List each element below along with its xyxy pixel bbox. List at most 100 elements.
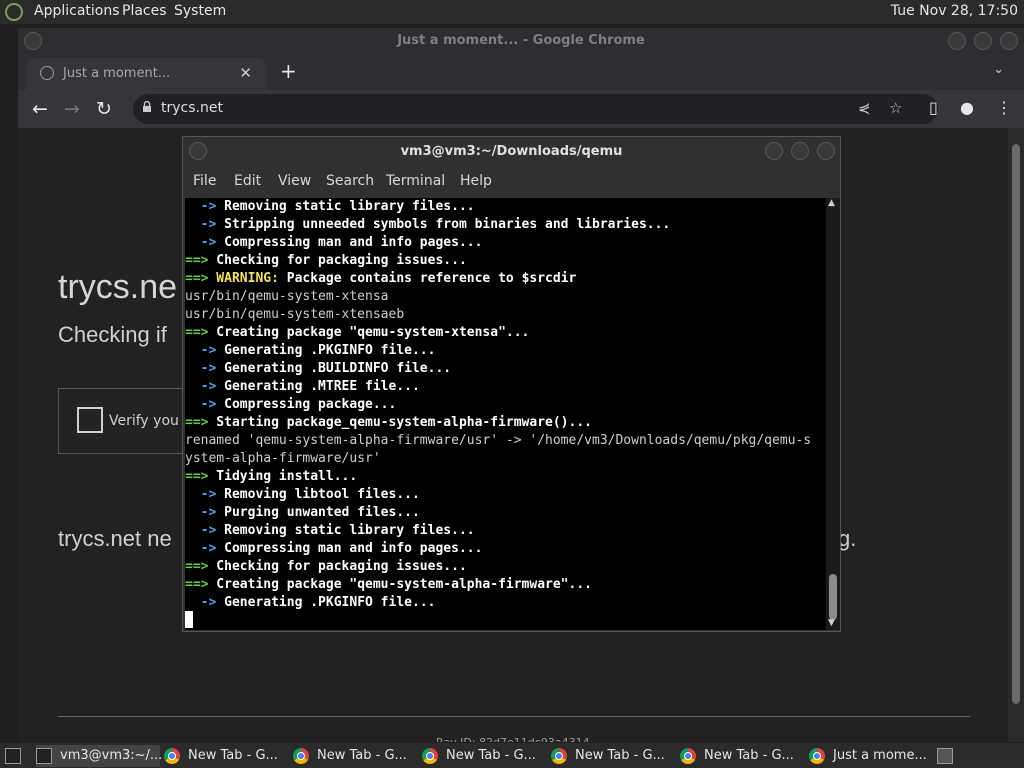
terminal-line: -> Compressing package... bbox=[185, 396, 826, 414]
terminal-menu-search[interactable]: Search bbox=[326, 173, 374, 189]
chrome-icon bbox=[422, 748, 438, 764]
terminal-line: -> Generating .MTREE file... bbox=[185, 378, 826, 396]
bookmark-star-icon[interactable]: ☆ bbox=[889, 99, 902, 117]
taskbar-item-label: New Tab - G... bbox=[704, 748, 794, 763]
tab-strip: Just a moment... ✕ + ⌄ bbox=[18, 54, 1024, 90]
terminal-line-prefix: ==> bbox=[185, 253, 209, 268]
terminal-line-prefix: -> bbox=[185, 541, 217, 556]
tab-just-a-moment[interactable]: Just a moment... ✕ bbox=[26, 58, 266, 90]
terminal-line: ==> Creating package "qemu-system-alpha-… bbox=[185, 576, 826, 594]
scroll-up-arrow-icon[interactable]: ▲ bbox=[828, 198, 835, 208]
terminal-line-text: Removing libtool files... bbox=[216, 487, 420, 502]
distro-logo-icon[interactable] bbox=[5, 3, 23, 21]
terminal-line-prefix: -> bbox=[185, 487, 217, 502]
terminal-line-prefix: -> bbox=[185, 397, 217, 412]
terminal-line-text: Generating .PKGINFO file... bbox=[216, 595, 436, 610]
kebab-menu-icon[interactable]: ⋮ bbox=[996, 98, 1012, 117]
terminal-maximize-button[interactable] bbox=[791, 142, 809, 160]
taskbar-item[interactable]: New Tab - G... bbox=[680, 745, 804, 767]
terminal-icon bbox=[36, 748, 52, 764]
side-panel-icon[interactable]: ▯ bbox=[929, 98, 938, 117]
lock-icon[interactable] bbox=[142, 101, 152, 112]
needs-review-text: trycs.net ne bbox=[58, 526, 172, 551]
share-icon[interactable]: ⋞ bbox=[858, 99, 871, 117]
close-window-button[interactable] bbox=[1000, 32, 1018, 50]
taskbar-item[interactable]: New Tab - G... bbox=[293, 745, 417, 767]
menu-places[interactable]: Places bbox=[122, 3, 167, 19]
scroll-down-arrow-icon[interactable]: ▼ bbox=[828, 618, 835, 628]
terminal-line: ==> Tidying install... bbox=[185, 468, 826, 486]
maximize-button[interactable] bbox=[974, 32, 992, 50]
panel-clock[interactable]: Tue Nov 28, 17:50 bbox=[891, 3, 1018, 19]
terminal-line-prefix: ==> bbox=[185, 559, 209, 574]
chrome-window-title: Just a moment... - Google Chrome bbox=[18, 28, 1024, 54]
terminal-line: ==> Starting package_qemu-system-alpha-f… bbox=[185, 414, 826, 432]
terminal-line: ystem-alpha-firmware/usr' bbox=[185, 450, 826, 468]
url-text[interactable]: trycs.net bbox=[161, 100, 223, 116]
terminal-menu-help[interactable]: Help bbox=[460, 173, 492, 189]
page-scrollbar[interactable] bbox=[1008, 128, 1024, 742]
address-bar[interactable]: trycs.net ⋞ ☆ bbox=[133, 94, 938, 124]
terminal-line-prefix: ==> bbox=[185, 577, 209, 592]
terminal-minimize-button[interactable] bbox=[765, 142, 783, 160]
verify-checkbox[interactable] bbox=[77, 407, 103, 433]
terminal-scrollbar[interactable]: ▲ ▼ bbox=[826, 198, 840, 630]
taskbar-item[interactable]: Just a mome... bbox=[809, 745, 933, 767]
terminal-line-prefix: -> bbox=[185, 343, 217, 358]
terminal-line-text: renamed 'qemu-system-alpha-firmware/usr'… bbox=[185, 433, 812, 448]
terminal-line-prefix: -> bbox=[185, 595, 217, 610]
terminal-title: vm3@vm3:~/Downloads/qemu bbox=[400, 144, 623, 159]
minimize-button[interactable] bbox=[948, 32, 966, 50]
taskbar-item-label: New Tab - G... bbox=[575, 748, 665, 763]
taskbar-item-label: New Tab - G... bbox=[446, 748, 536, 763]
back-arrow-icon[interactable]: ← bbox=[32, 98, 48, 120]
close-icon[interactable]: ✕ bbox=[239, 64, 252, 82]
terminal-line-text: Stripping unneeded symbols from binaries… bbox=[216, 217, 671, 232]
terminal-line-prefix: -> bbox=[185, 235, 217, 250]
terminal-line-prefix: -> bbox=[185, 505, 217, 520]
bottom-taskbar: vm3@vm3:~/... New Tab - G... New Tab - G..… bbox=[0, 743, 1024, 768]
taskbar-item[interactable]: New Tab - G... bbox=[551, 745, 675, 767]
footer-divider bbox=[58, 716, 970, 717]
chrome-toolbar: ← → ↻ trycs.net ⋞ ☆ ▯ ● ⋮ bbox=[18, 90, 1024, 128]
terminal-close-button[interactable] bbox=[817, 142, 835, 160]
terminal-line-prefix: ==> bbox=[185, 415, 209, 430]
terminal-line: -> Generating .BUILDINFO file... bbox=[185, 360, 826, 378]
menu-applications[interactable]: Applications bbox=[34, 3, 120, 19]
reload-icon[interactable]: ↻ bbox=[96, 98, 112, 120]
terminal-line: ==> Checking for packaging issues... bbox=[185, 252, 826, 270]
taskbar-item[interactable]: vm3@vm3:~/... bbox=[36, 745, 162, 767]
terminal-menu-edit[interactable]: Edit bbox=[234, 173, 261, 189]
forward-arrow-icon[interactable]: → bbox=[64, 98, 80, 120]
terminal-line: -> Stripping unneeded symbols from binar… bbox=[185, 216, 826, 234]
terminal-menu-file[interactable]: File bbox=[193, 173, 216, 189]
window-menu-button[interactable] bbox=[24, 32, 42, 50]
terminal-menu-view[interactable]: View bbox=[278, 173, 311, 189]
workspace-switcher-icon[interactable] bbox=[937, 745, 959, 767]
terminal-menubar: File Edit View Search Terminal Help bbox=[183, 166, 840, 196]
terminal-scrollbar-thumb[interactable] bbox=[829, 574, 837, 620]
new-tab-button[interactable]: + bbox=[280, 59, 297, 83]
terminal-line: -> Removing static library files... bbox=[185, 522, 826, 540]
terminal-line: ==> Checking for packaging issues... bbox=[185, 558, 826, 576]
menu-system[interactable]: System bbox=[174, 3, 226, 19]
terminal-line-prefix: -> bbox=[185, 217, 217, 232]
page-heading: trycs.ne bbox=[58, 268, 178, 306]
profile-icon[interactable]: ● bbox=[960, 98, 974, 117]
taskbar-item[interactable]: New Tab - G... bbox=[164, 745, 288, 767]
terminal-line-text: usr/bin/qemu-system-xtensaeb bbox=[185, 307, 405, 322]
chrome-icon bbox=[293, 748, 309, 764]
taskbar-item[interactable]: New Tab - G... bbox=[422, 745, 546, 767]
terminal-line-text: Purging unwanted files... bbox=[216, 505, 420, 520]
show-desktop-icon[interactable] bbox=[2, 745, 24, 767]
terminal-line: -> Removing static library files... bbox=[185, 198, 826, 216]
chrome-icon bbox=[809, 748, 825, 764]
globe-icon bbox=[40, 66, 54, 80]
terminal-output[interactable]: -> Removing static library files... -> S… bbox=[185, 198, 826, 630]
terminal-menu-terminal[interactable]: Terminal bbox=[386, 173, 445, 189]
terminal-line: -> Compressing man and info pages... bbox=[185, 234, 826, 252]
terminal-line-text: usr/bin/qemu-system-xtensa bbox=[185, 289, 389, 304]
page-scrollbar-thumb[interactable] bbox=[1012, 144, 1020, 704]
chevron-down-icon[interactable]: ⌄ bbox=[993, 62, 1004, 77]
terminal-line: -> Generating .PKGINFO file... bbox=[185, 594, 826, 612]
